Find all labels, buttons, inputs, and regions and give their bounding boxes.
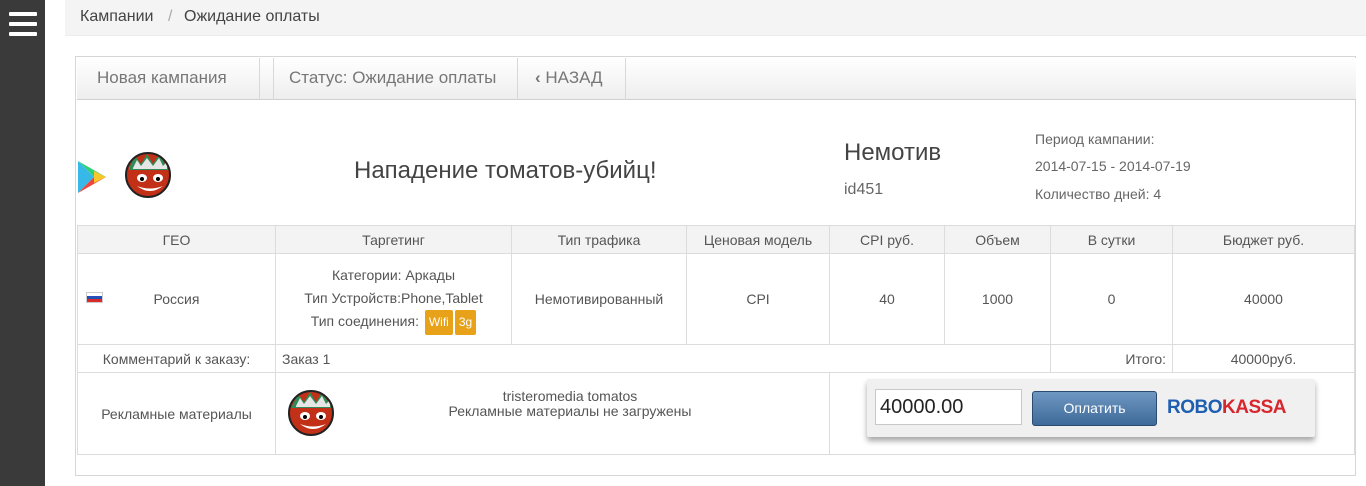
breadcrumb-current: Ожидание оплаты bbox=[184, 8, 320, 25]
days-value: 4 bbox=[1153, 186, 1162, 202]
days-label: Количество дней: bbox=[1035, 186, 1150, 202]
payment-widget: Оплатить ROBOKASSA bbox=[867, 379, 1315, 437]
total-label: Итого: bbox=[1050, 344, 1173, 373]
materials-label: Рекламные материалы bbox=[77, 372, 276, 455]
traffic-type-cell: Немотивированный bbox=[511, 253, 687, 345]
volume-cell: 1000 bbox=[944, 253, 1051, 345]
table-header-row: ГЕО Таргетинг Тип трафика Ценовая модель… bbox=[77, 225, 1355, 254]
badge-3g: 3g bbox=[454, 309, 477, 335]
status-indicator: Статус: Ожидание оплаты bbox=[273, 58, 518, 100]
header-volume: Объем bbox=[944, 225, 1051, 254]
header-per-day: В сутки bbox=[1050, 225, 1173, 254]
targeting-categories: Категории: Аркады bbox=[331, 266, 456, 283]
header-price-model: Ценовая модель bbox=[686, 225, 830, 254]
sidebar bbox=[0, 0, 45, 486]
table-row: Россия Категории: Аркады Тип Устройств:P… bbox=[77, 253, 1355, 345]
breadcrumb-campaigns-link[interactable]: Кампании bbox=[80, 8, 154, 26]
header-budget: Бюджет руб. bbox=[1172, 225, 1355, 254]
total-value: 40000руб. bbox=[1172, 344, 1355, 373]
robokassa-logo-kassa: KASSA bbox=[1222, 397, 1287, 418]
geo-value: Россия bbox=[153, 291, 200, 307]
google-play-icon bbox=[78, 161, 106, 193]
breadcrumb: Кампании / Ожидание оплаты bbox=[65, 0, 1366, 36]
pay-button[interactable]: Оплатить bbox=[1032, 391, 1157, 426]
header-targeting: Таргетинг bbox=[275, 225, 512, 254]
payment-amount-input[interactable] bbox=[875, 389, 1022, 425]
status-label: Статус: bbox=[289, 68, 348, 87]
material-thumbnail-tomato bbox=[288, 390, 334, 436]
targeting-connection-label: Тип соединения: bbox=[310, 312, 419, 329]
new-campaign-label: Новая кампания bbox=[97, 68, 227, 87]
campaign-id: id451 bbox=[844, 181, 884, 198]
breadcrumb-separator: / bbox=[168, 8, 173, 25]
targeting-devices: Тип Устройств:Phone,Tablet bbox=[304, 289, 483, 306]
robokassa-logo: ROBOKASSA bbox=[1167, 397, 1287, 419]
status-value: Ожидание оплаты bbox=[352, 68, 497, 87]
campaign-motivation: Немотив bbox=[844, 139, 942, 166]
comment-label: Комментарий к заказу: bbox=[77, 344, 276, 373]
campaign-toolbar: Новая кампания Статус: Ожидание оплаты ‹… bbox=[77, 58, 1356, 100]
new-campaign-button[interactable]: Новая кампания bbox=[77, 58, 260, 100]
geo-cell: Россия bbox=[77, 253, 276, 345]
header-cpi: CPI руб. bbox=[829, 225, 945, 254]
targeting-cell: Категории: Аркады Тип Устройств:Phone,Ta… bbox=[275, 253, 512, 345]
materials-cell: tristeromedia tomatos Рекламные материал… bbox=[275, 372, 830, 455]
russia-flag-icon bbox=[86, 292, 103, 303]
comment-value: Заказ 1 bbox=[275, 344, 1051, 373]
period-dates: 2014-07-15 - 2014-07-19 bbox=[1035, 158, 1191, 174]
cpi-cell: 40 bbox=[829, 253, 945, 345]
campaign-panel: Новая кампания Статус: Ожидание оплаты ‹… bbox=[75, 56, 1356, 476]
app-icon-tomato bbox=[125, 152, 171, 198]
back-button[interactable]: ‹ НАЗАД bbox=[518, 58, 626, 100]
header-geo: ГЕО bbox=[77, 225, 276, 254]
comment-row: Комментарий к заказу: Заказ 1 Итого: 400… bbox=[77, 344, 1355, 373]
materials-name: tristeromedia tomatos bbox=[502, 388, 638, 404]
per-day-cell: 0 bbox=[1050, 253, 1173, 345]
budget-cell: 40000 bbox=[1172, 253, 1355, 345]
period-label: Период кампании: bbox=[1035, 131, 1155, 147]
days-count: Количество дней: 4 bbox=[1035, 186, 1161, 202]
hamburger-menu-icon[interactable] bbox=[9, 10, 37, 38]
badge-wifi: Wifi bbox=[424, 309, 453, 335]
chevron-left-icon: ‹ bbox=[535, 68, 541, 87]
back-label: НАЗАД bbox=[545, 68, 603, 87]
materials-status: Рекламные материалы не загружены bbox=[448, 403, 692, 419]
header-traffic-type: Тип трафика bbox=[511, 225, 687, 254]
campaign-title: Нападение томатов-убийц! bbox=[354, 157, 657, 184]
price-model-cell: CPI bbox=[686, 253, 830, 345]
robokassa-logo-robo: ROBO bbox=[1167, 397, 1223, 418]
